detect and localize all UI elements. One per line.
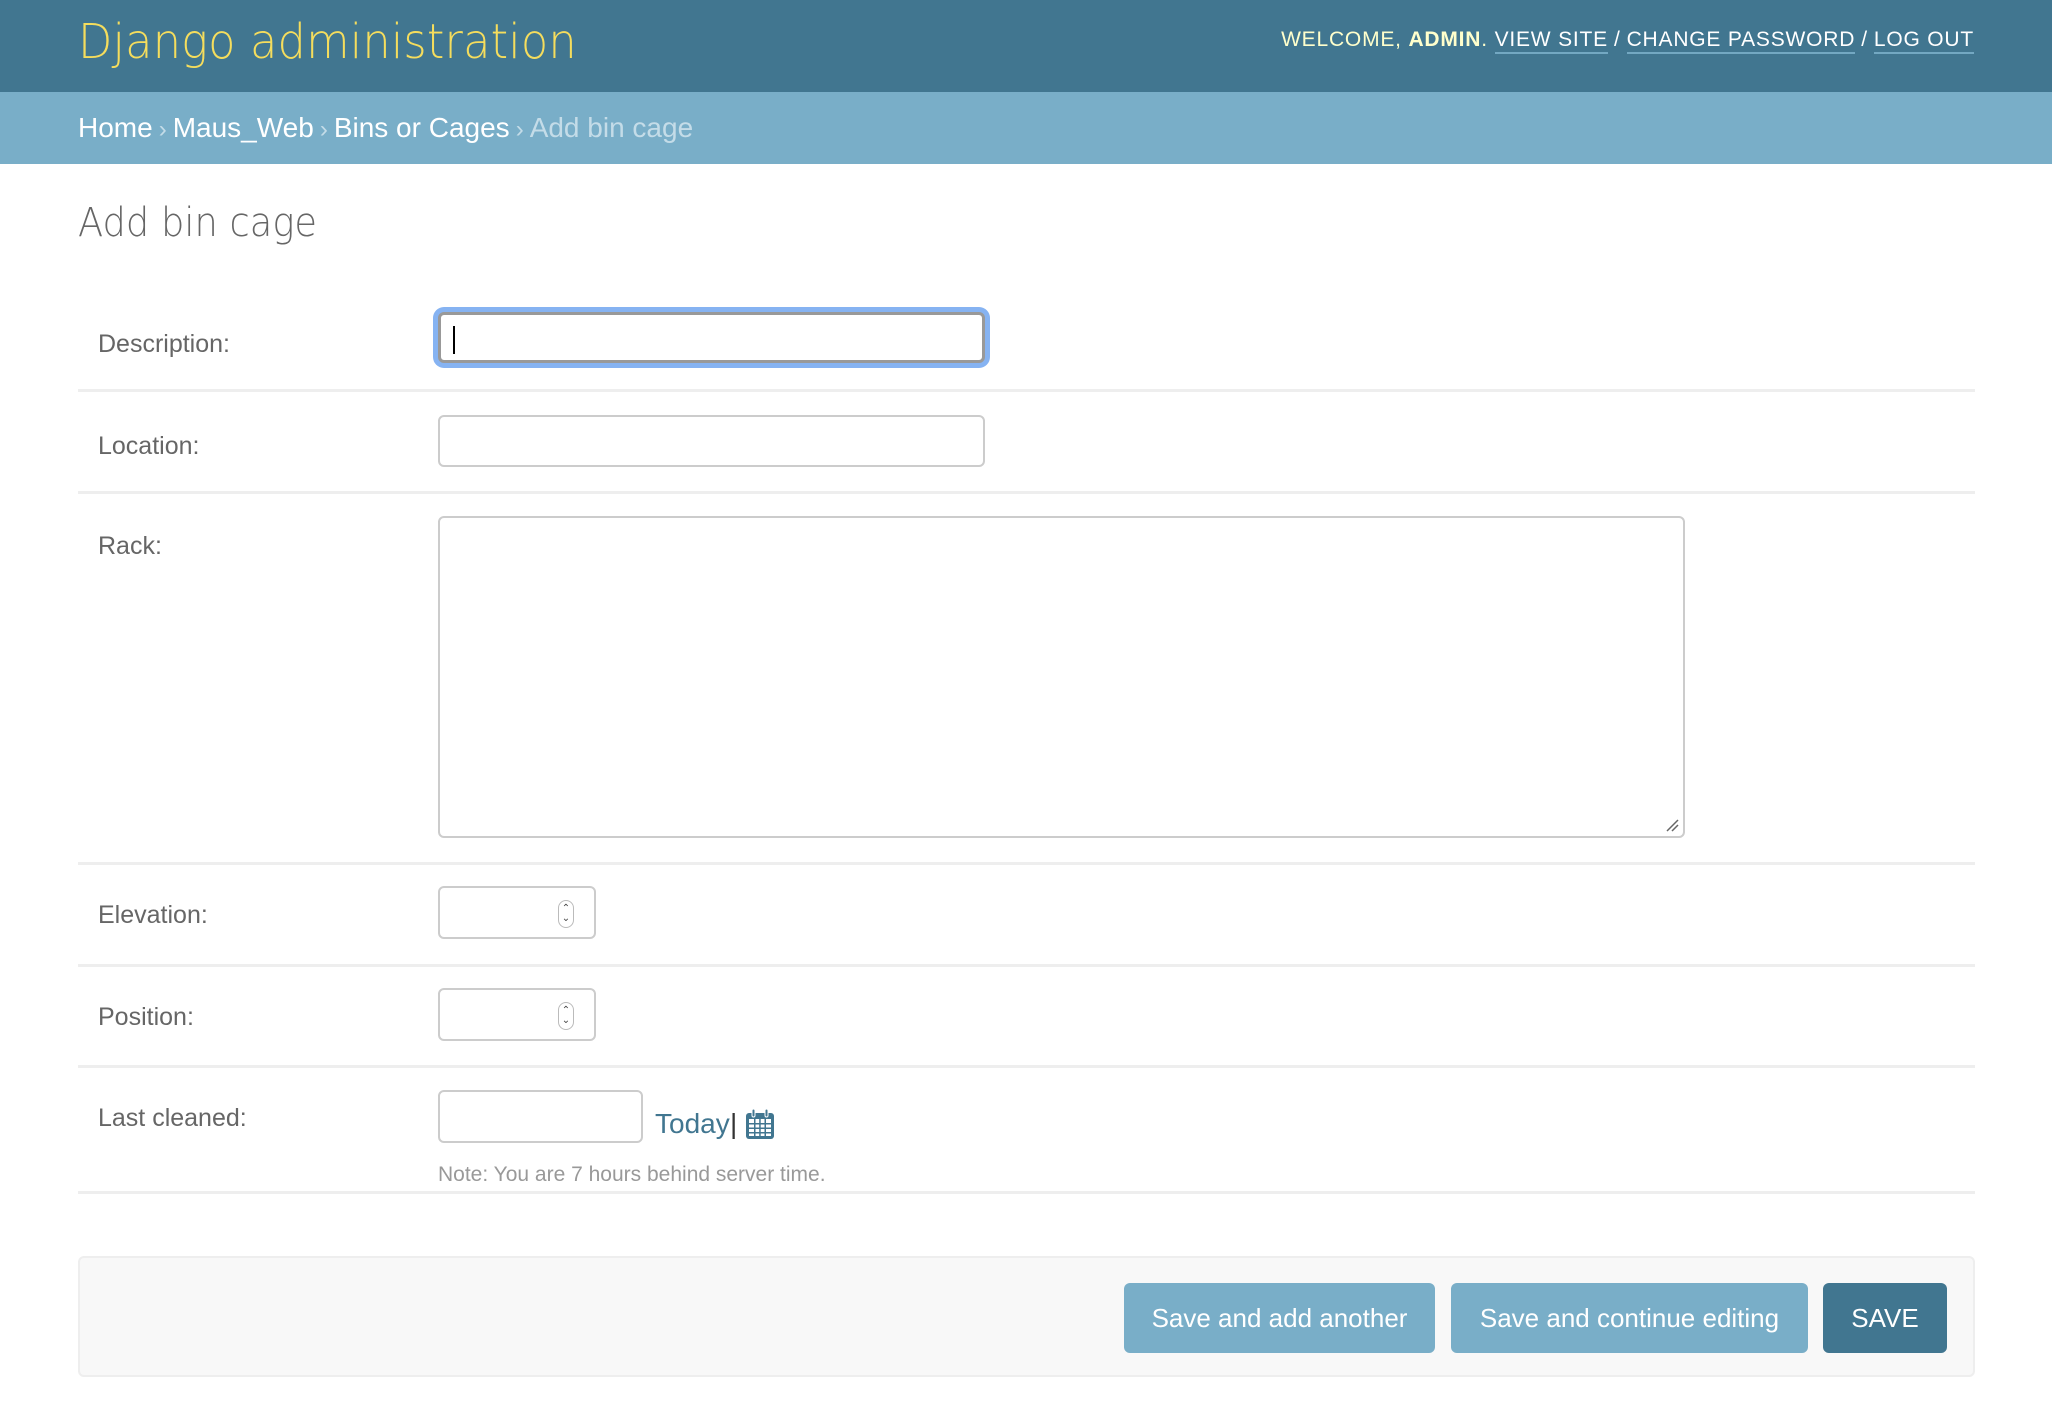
- number-stepper[interactable]: ⌃ ⌄: [558, 900, 574, 928]
- last-cleaned-input[interactable]: [438, 1090, 643, 1143]
- rack-textarea[interactable]: [438, 516, 1685, 838]
- user-tools: Welcome, admin. View site / Change passwor…: [1281, 28, 1974, 54]
- location-label: Location:: [98, 432, 200, 460]
- welcome-text: Welcome,: [1281, 28, 1402, 51]
- elevation-label: Elevation:: [98, 901, 208, 929]
- breadcrumb: Home › Maus_Web › Bins or Cages › Add bin cage: [0, 92, 2052, 164]
- submit-row: Save and add another Save and continue e…: [78, 1256, 1975, 1377]
- text-caret: [453, 326, 455, 354]
- form-row-last-cleaned: Last cleaned: Today | Note: You are 7 ho…: [78, 1068, 1975, 1194]
- form-row-elevation: Elevation: ⌃ ⌄: [78, 865, 1975, 967]
- save-and-add-another-button[interactable]: Save and add another: [1124, 1283, 1435, 1353]
- breadcrumb-home[interactable]: Home: [78, 112, 153, 143]
- form-row-description: Description:: [78, 290, 1975, 392]
- change-password-link[interactable]: Change password: [1626, 28, 1856, 54]
- separator: /: [1861, 28, 1868, 51]
- number-stepper[interactable]: ⌃ ⌄: [558, 1002, 574, 1030]
- resize-handle-icon[interactable]: [1665, 818, 1679, 832]
- rack-label: Rack:: [98, 532, 162, 560]
- breadcrumb-app[interactable]: Maus_Web: [173, 112, 314, 143]
- chevron-down-icon[interactable]: ⌄: [562, 914, 570, 924]
- header: Django administration Welcome, admin. Vi…: [0, 0, 2052, 92]
- description-label: Description:: [98, 330, 230, 358]
- separator: /: [1613, 28, 1621, 51]
- position-input[interactable]: ⌃ ⌄: [438, 988, 596, 1041]
- breadcrumb-model[interactable]: Bins or Cages: [334, 112, 510, 143]
- username: admin: [1408, 28, 1482, 51]
- description-input[interactable]: [438, 312, 985, 363]
- elevation-input[interactable]: ⌃ ⌄: [438, 886, 596, 939]
- timezone-help-text: Note: You are 7 hours behind server time…: [438, 1163, 826, 1186]
- chevron-right-icon: ›: [158, 116, 167, 143]
- chevron-down-icon[interactable]: ⌄: [562, 1016, 570, 1026]
- chevron-right-icon: ›: [319, 116, 328, 143]
- view-site-link[interactable]: View site: [1494, 28, 1608, 54]
- divider: |: [730, 1108, 738, 1139]
- location-input[interactable]: [438, 415, 985, 467]
- chevron-right-icon: ›: [515, 116, 524, 143]
- site-title[interactable]: Django administration: [78, 14, 577, 70]
- save-and-continue-button[interactable]: Save and continue editing: [1451, 1283, 1808, 1353]
- page-title: Add bin cage: [78, 200, 318, 246]
- last-cleaned-label: Last cleaned:: [98, 1104, 247, 1132]
- form-row-position: Position: ⌃ ⌄: [78, 967, 1975, 1068]
- breadcrumb-current: Add bin cage: [529, 112, 694, 143]
- form-row-rack: Rack:: [78, 494, 1975, 865]
- calendar-icon[interactable]: [745, 1108, 775, 1140]
- save-button[interactable]: Save: [1823, 1283, 1947, 1353]
- today-link[interactable]: Today: [655, 1108, 730, 1140]
- position-label: Position:: [98, 1003, 194, 1031]
- form-row-location: Location:: [78, 392, 1975, 494]
- log-out-link[interactable]: Log out: [1873, 28, 1974, 54]
